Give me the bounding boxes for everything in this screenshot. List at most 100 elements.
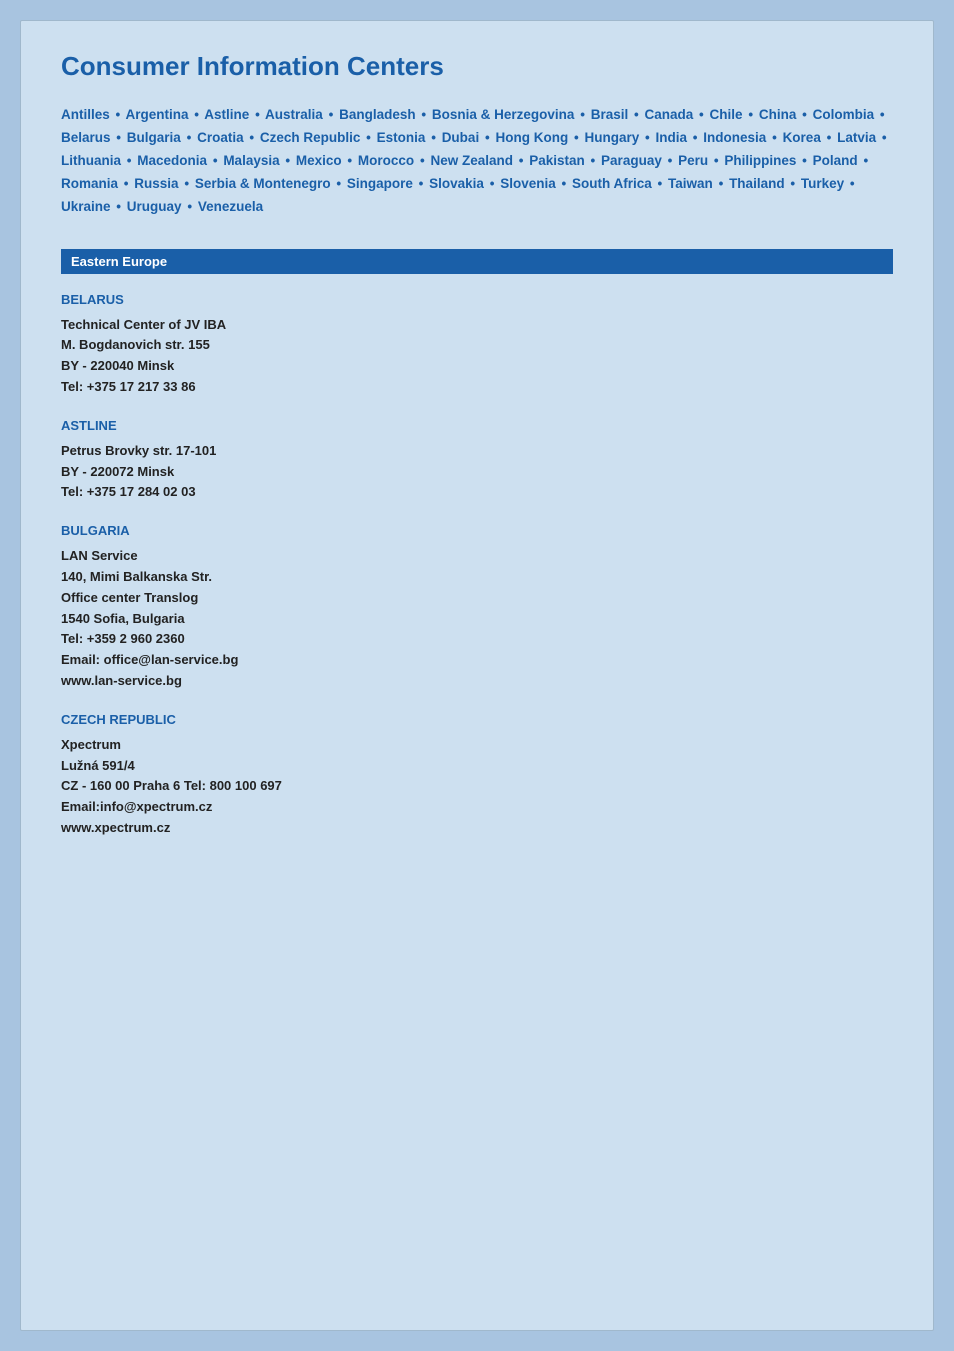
bullet: • (658, 176, 663, 191)
nav-link[interactable]: Dubai (442, 130, 480, 145)
nav-link[interactable]: Hungary (584, 130, 639, 145)
address-block: XpectrumLužná 591/4CZ - 160 00 Praha 6 T… (61, 735, 893, 839)
country-section: CZECH REPUBLICXpectrumLužná 591/4CZ - 16… (61, 712, 893, 839)
bullet: • (187, 130, 192, 145)
nav-link[interactable]: Bosnia & Herzegovina (432, 107, 575, 122)
nav-link[interactable]: Mexico (296, 153, 342, 168)
nav-link[interactable]: Serbia & Montenegro (195, 176, 331, 191)
bullet: • (748, 107, 753, 122)
nav-link[interactable]: Argentina (126, 107, 189, 122)
nav-link[interactable]: Malaysia (223, 153, 279, 168)
nav-link[interactable]: Venezuela (198, 199, 263, 214)
bullet: • (485, 130, 490, 145)
nav-link[interactable]: Taiwan (668, 176, 713, 191)
nav-link[interactable]: Brasil (591, 107, 629, 122)
bullet: • (519, 153, 524, 168)
nav-link[interactable]: Croatia (197, 130, 244, 145)
nav-link[interactable]: Bulgaria (127, 130, 181, 145)
country-section: BULGARIA LAN Service140, Mimi Balkanska S… (61, 523, 893, 692)
bullet: • (116, 107, 121, 122)
nav-link[interactable]: Bangladesh (339, 107, 416, 122)
nav-link[interactable]: Antilles (61, 107, 110, 122)
bullet: • (419, 176, 424, 191)
nav-link[interactable]: Australia (265, 107, 323, 122)
nav-link[interactable]: Latvia (837, 130, 876, 145)
bullet: • (693, 130, 698, 145)
bullet: • (714, 153, 719, 168)
nav-link[interactable]: Colombia (813, 107, 875, 122)
nav-link[interactable]: Estonia (377, 130, 426, 145)
bullet: • (213, 153, 218, 168)
bullet: • (562, 176, 567, 191)
bullet: • (882, 130, 887, 145)
country-name: BULGARIA (61, 523, 893, 538)
nav-link[interactable]: Hong Kong (495, 130, 568, 145)
nav-link[interactable]: China (759, 107, 797, 122)
nav-link[interactable]: Slovakia (429, 176, 484, 191)
bullet: • (421, 107, 426, 122)
nav-link[interactable]: Thailand (729, 176, 785, 191)
nav-link[interactable]: Czech Republic (260, 130, 361, 145)
nav-link[interactable]: Belarus (61, 130, 111, 145)
bullet: • (790, 176, 795, 191)
nav-link[interactable]: India (656, 130, 688, 145)
section: Eastern Europe BELARUS Technical Center of… (61, 249, 893, 839)
country-name: ASTLINE (61, 418, 893, 433)
country-name: BELARUS (61, 292, 893, 307)
bullet: • (336, 176, 341, 191)
bullet: • (124, 176, 129, 191)
nav-link[interactable]: Philippines (724, 153, 796, 168)
bullet: • (194, 107, 199, 122)
nav-link[interactable]: Korea (783, 130, 821, 145)
address-block: Petrus Brovky str. 17-101BY - 220072 Min… (61, 441, 893, 503)
nav-link[interactable]: Russia (134, 176, 178, 191)
section-header: Eastern Europe (61, 249, 893, 274)
nav-link[interactable]: Poland (813, 153, 858, 168)
nav-link[interactable]: Astline (204, 107, 249, 122)
nav-link[interactable]: Peru (678, 153, 708, 168)
bullet: • (366, 130, 371, 145)
nav-link[interactable]: South Africa (572, 176, 652, 191)
nav-link[interactable]: Morocco (358, 153, 414, 168)
nav-link[interactable]: Uruguay (127, 199, 182, 214)
nav-link[interactable]: Ukraine (61, 199, 111, 214)
bullet: • (827, 130, 832, 145)
bullet: • (802, 107, 807, 122)
address-block: Technical Center of JV IBAM. Bogdanovich… (61, 315, 893, 398)
nav-link[interactable]: Singapore (347, 176, 413, 191)
nav-link[interactable]: New Zealand (430, 153, 513, 168)
country-section: ASTLINE Petrus Brovky str. 17-101BY - 220… (61, 418, 893, 503)
nav-link[interactable]: Macedonia (137, 153, 207, 168)
bullet: • (850, 176, 855, 191)
bullet: • (347, 153, 352, 168)
bullet: • (645, 130, 650, 145)
nav-link[interactable]: Turkey (801, 176, 844, 191)
nav-link[interactable]: Chile (710, 107, 743, 122)
page-title: Consumer Information Centers (61, 51, 893, 82)
nav-link[interactable]: Paraguay (601, 153, 662, 168)
bullet: • (187, 199, 192, 214)
nav-link[interactable]: Slovenia (500, 176, 556, 191)
bullet: • (863, 153, 868, 168)
bullet: • (127, 153, 132, 168)
bullet: • (880, 107, 885, 122)
bullet: • (802, 153, 807, 168)
bullet: • (255, 107, 260, 122)
nav-links-block: Antilles • Argentina • Astline • Austral… (61, 104, 893, 219)
bullet: • (420, 153, 425, 168)
address-block: LAN Service140, Mimi Balkanska Str.Offic… (61, 546, 893, 692)
bullet: • (580, 107, 585, 122)
nav-link[interactable]: Canada (645, 107, 694, 122)
bullet: • (329, 107, 334, 122)
bullet: • (591, 153, 596, 168)
bullet: • (668, 153, 673, 168)
nav-link[interactable]: Lithuania (61, 153, 121, 168)
bullet: • (249, 130, 254, 145)
nav-link[interactable]: Indonesia (703, 130, 766, 145)
nav-link[interactable]: Romania (61, 176, 118, 191)
nav-link[interactable]: Pakistan (529, 153, 585, 168)
bullet: • (184, 176, 189, 191)
country-section: BELARUS Technical Center of JV IBAM. Bogd… (61, 292, 893, 398)
sections-container: Eastern Europe BELARUS Technical Center of… (61, 249, 893, 839)
bullet: • (772, 130, 777, 145)
